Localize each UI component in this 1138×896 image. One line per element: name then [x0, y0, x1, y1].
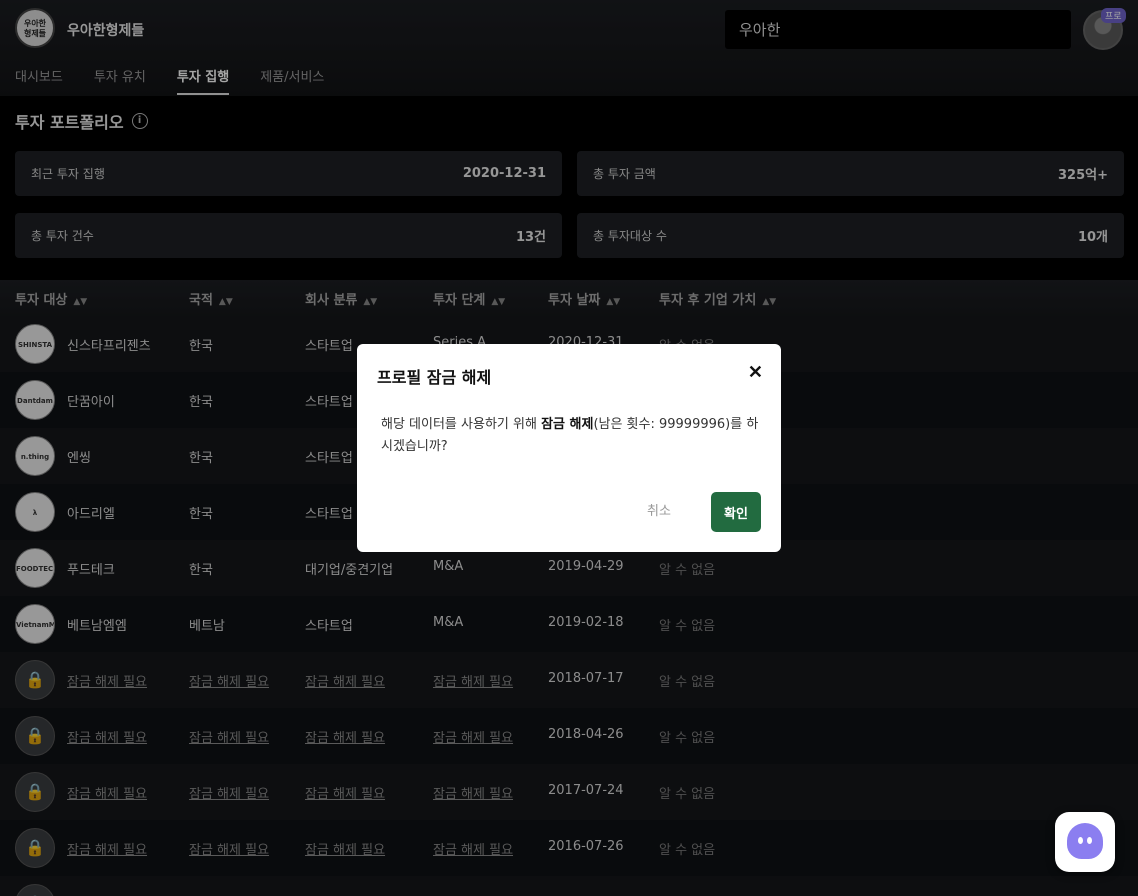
- chat-button[interactable]: [1055, 812, 1115, 872]
- confirm-button[interactable]: 확인: [711, 492, 761, 532]
- cancel-button[interactable]: 취소: [647, 500, 671, 519]
- modal-message: 해당 데이터를 사용하기 위해 잠금 해제(남은 횟수: 99999996)를 …: [381, 414, 761, 458]
- modal-message-prefix: 해당 데이터를 사용하기 위해: [381, 417, 542, 432]
- modal-title: 프로필 잠금 해제: [377, 368, 492, 387]
- unlock-modal: 프로필 잠금 해제 ✕ 해당 데이터를 사용하기 위해 잠금 해제(남은 횟수:…: [357, 344, 781, 552]
- modal-message-bold: 잠금 해제: [541, 417, 594, 432]
- chat-ghost-eye: [1087, 837, 1092, 844]
- chat-ghost-eye: [1078, 837, 1083, 844]
- chat-ghost-icon: [1067, 823, 1103, 859]
- close-icon[interactable]: ✕: [748, 362, 763, 383]
